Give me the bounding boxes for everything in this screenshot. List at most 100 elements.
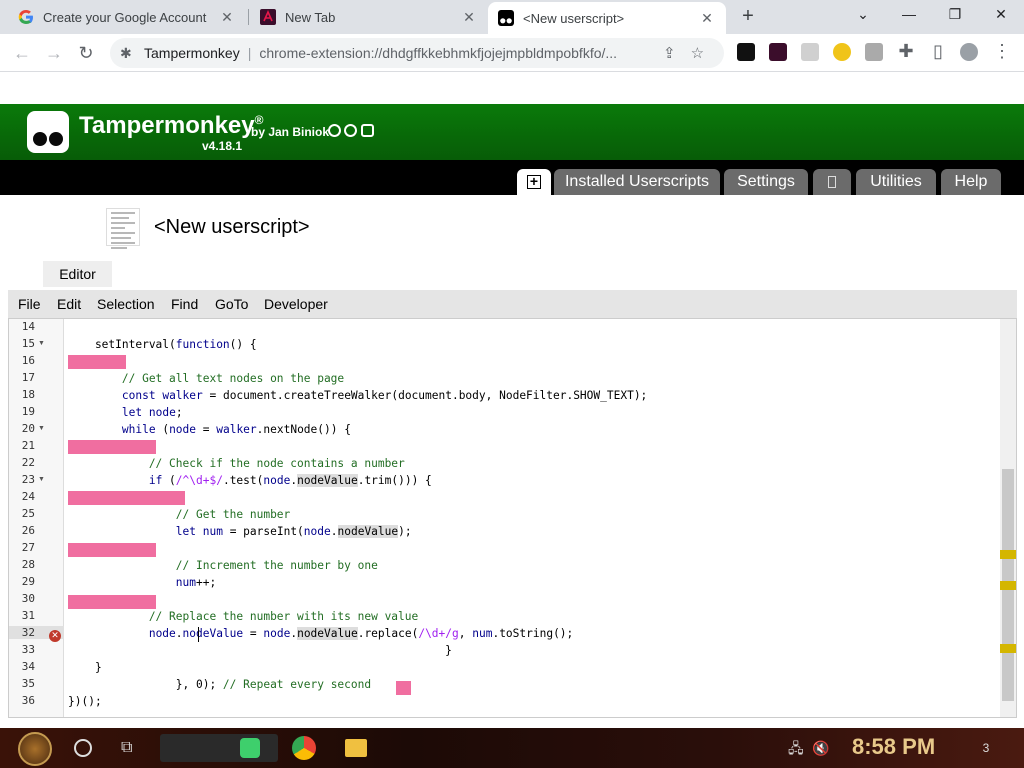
line-number: 28 xyxy=(21,558,35,571)
reload-icon[interactable]: ↻ xyxy=(73,40,99,66)
line-number-gutter: 14 15 16 17 18 19 20 21 22 23 24 25 26 2… xyxy=(9,319,64,717)
error-icon[interactable]: ✕ xyxy=(49,630,61,642)
line-number: 14 xyxy=(21,320,35,333)
taskbar-search-box[interactable] xyxy=(160,734,278,762)
browser-tab-new-tab[interactable]: New Tab ✕ xyxy=(250,0,488,34)
share-icon[interactable]: ⇪ xyxy=(655,44,683,62)
puzzle-icon: ✱ xyxy=(120,44,132,61)
tab-trash[interactable] xyxy=(813,169,851,195)
browser-toolbar: ← → ↻ ✱ Tampermonkey | chrome-extension:… xyxy=(0,34,1024,72)
tab-title: <New userscript> xyxy=(523,10,625,26)
network-icon[interactable]: 🖧 xyxy=(788,736,812,760)
fold-arrow-icon[interactable]: ▼ xyxy=(38,340,45,347)
script-thumbnail xyxy=(106,208,140,249)
profile-avatar[interactable] xyxy=(960,43,978,61)
line-number: 21 xyxy=(21,439,35,452)
trash-icon xyxy=(828,175,836,188)
menu-developer[interactable]: Developer xyxy=(264,296,328,312)
editor-menubar: File Edit Selection Find GoTo Developer xyxy=(8,290,1017,318)
tab-editor[interactable]: Editor xyxy=(43,261,112,287)
volume-muted-icon[interactable]: 🔇 xyxy=(812,736,836,760)
notes-app-icon[interactable] xyxy=(240,738,260,758)
google-icon xyxy=(18,9,34,25)
address-bar[interactable]: ✱ Tampermonkey | chrome-extension://dhdg… xyxy=(110,38,724,68)
omnibox-divider: | xyxy=(247,45,252,61)
forward-icon[interactable]: → xyxy=(41,40,67,66)
tab-help[interactable]: Help xyxy=(941,169,1001,195)
line-number: 36 xyxy=(21,694,35,707)
github-icon[interactable] xyxy=(328,124,341,137)
close-tab-icon[interactable]: ✕ xyxy=(698,10,716,27)
menu-find[interactable]: Find xyxy=(171,296,198,312)
code-editor[interactable]: 14 15 16 17 18 19 20 21 22 23 24 25 26 2… xyxy=(8,318,1017,718)
tab-title: Create your Google Account xyxy=(43,9,207,25)
whitespace-marker xyxy=(68,355,126,369)
extension-icon-3[interactable] xyxy=(801,43,819,61)
tampermonkey-toolbar-icon[interactable] xyxy=(865,43,883,61)
browser-tab-new-userscript[interactable]: <New userscript> ✕ xyxy=(488,2,726,34)
menu-kebab-icon[interactable]: ⋮ xyxy=(989,38,1015,64)
menu-edit[interactable]: Edit xyxy=(57,296,81,312)
line-number: 24 xyxy=(21,490,35,503)
line-number: 30 xyxy=(21,592,35,605)
file-explorer-icon[interactable] xyxy=(345,739,367,757)
fold-arrow-icon[interactable]: ▼ xyxy=(38,425,45,432)
extension-icon-2[interactable] xyxy=(769,43,787,61)
whitespace-marker xyxy=(68,491,185,505)
start-icon[interactable] xyxy=(18,732,52,766)
author-credit: by Jan Biniok xyxy=(251,125,330,139)
new-script-tab[interactable]: + xyxy=(517,169,551,195)
whitespace-marker xyxy=(68,440,156,454)
url-text: chrome-extension://dhdgffkkebhmkfjojejmp… xyxy=(259,45,618,61)
tab-utilities[interactable]: Utilities xyxy=(856,169,936,195)
back-icon[interactable]: ← xyxy=(9,40,35,66)
code-line: } xyxy=(68,644,452,657)
search-icon[interactable] xyxy=(74,739,92,757)
site-name: Tampermonkey xyxy=(144,45,240,61)
whitespace-marker xyxy=(68,595,156,609)
version-label: v4.18.1 xyxy=(202,139,243,153)
close-tab-icon[interactable]: ✕ xyxy=(460,9,478,26)
close-tab-icon[interactable]: ✕ xyxy=(218,9,236,26)
line-number: 23 xyxy=(21,473,35,486)
fold-arrow-icon[interactable]: ▼ xyxy=(38,476,45,483)
side-panel-icon[interactable]: ▯ xyxy=(925,38,951,64)
facebook-icon[interactable] xyxy=(344,124,357,137)
extension-icon-1[interactable] xyxy=(737,43,755,61)
line-number: 16 xyxy=(21,354,35,367)
minimize-icon[interactable]: — xyxy=(886,0,932,30)
tab-settings[interactable]: Settings xyxy=(724,169,808,195)
code-line: let node; xyxy=(121,406,183,419)
tab-separator xyxy=(248,9,249,25)
code-line: let num = parseInt(node.nodeValue); xyxy=(175,525,412,538)
line-number: 35 xyxy=(21,677,35,690)
browser-tab-google[interactable]: Create your Google Account ✕ xyxy=(8,0,246,34)
instagram-icon[interactable] xyxy=(361,124,374,137)
code-line: // Increment the number by one xyxy=(68,559,378,572)
bookmark-star-icon[interactable]: ☆ xyxy=(683,44,711,62)
new-tab-button[interactable]: + xyxy=(737,5,759,29)
code-line: // Get all text nodes on the page xyxy=(68,372,345,385)
task-view-icon[interactable]: ⧉ xyxy=(121,736,145,760)
tampermonkey-brand: Tampermonkey® xyxy=(79,112,264,139)
plus-icon: + xyxy=(527,174,541,189)
tab-search-icon[interactable]: ⌄ xyxy=(840,0,886,30)
tab-title: New Tab xyxy=(285,9,336,25)
code-line: if (/^\d+$/.test(node.nodeValue.trim()))… xyxy=(148,474,432,487)
restore-icon[interactable]: ❐ xyxy=(932,0,978,30)
text-cursor xyxy=(198,627,199,642)
menu-selection[interactable]: Selection xyxy=(97,296,155,312)
close-window-icon[interactable]: ✕ xyxy=(978,0,1024,30)
line-number: 25 xyxy=(21,507,35,520)
code-area[interactable]: setInterval(function() { // Get all text… xyxy=(68,319,998,717)
menu-goto[interactable]: GoTo xyxy=(215,296,248,312)
scroll-marker xyxy=(1000,550,1016,559)
chrome-icon[interactable] xyxy=(292,736,316,760)
editor-scrollbar[interactable] xyxy=(1000,319,1016,717)
clock[interactable]: 8:58 PM xyxy=(852,734,935,760)
menu-file[interactable]: File xyxy=(18,296,41,312)
extensions-puzzle-icon[interactable]: ✚ xyxy=(893,38,919,64)
notification-icon[interactable]: 3 xyxy=(974,736,998,760)
tab-installed-userscripts[interactable]: Installed Userscripts xyxy=(554,169,720,195)
extension-icon-4[interactable] xyxy=(833,43,851,61)
